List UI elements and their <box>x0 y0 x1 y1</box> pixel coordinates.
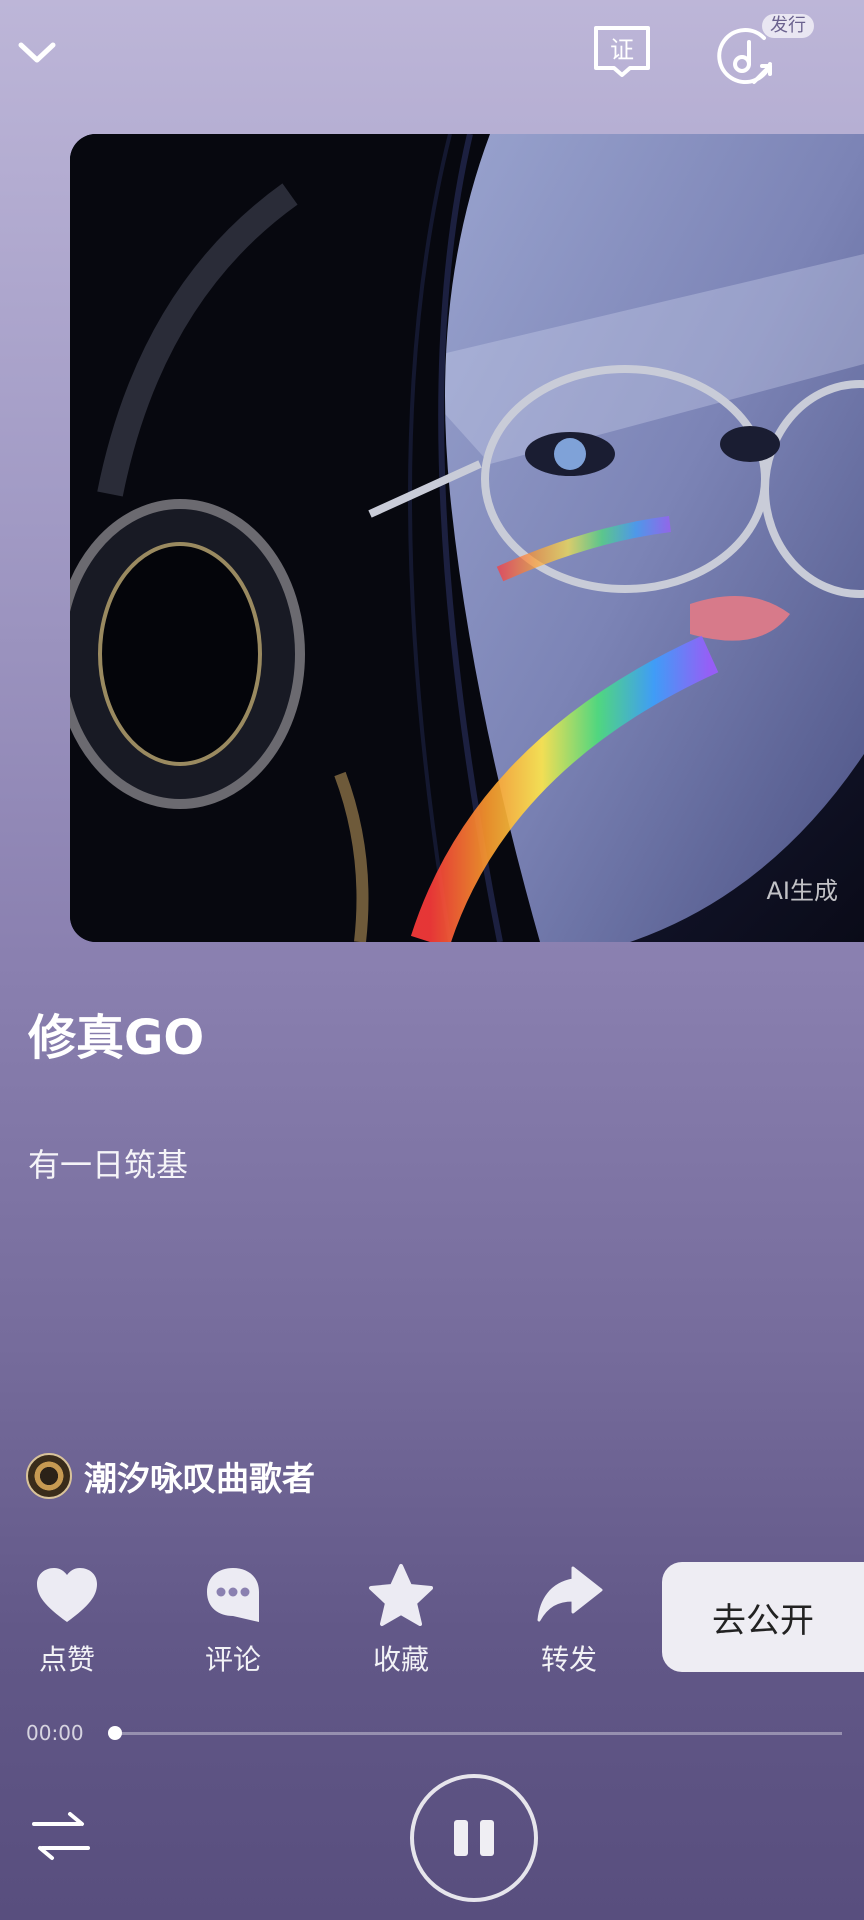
progress-bar[interactable]: 00:00 <box>26 1718 842 1748</box>
song-subtitle: 有一日筑基 <box>28 1146 189 1184</box>
share-button[interactable]: 转发 <box>514 1560 624 1678</box>
singer-avatar <box>26 1453 72 1499</box>
certificate-label: 证 <box>610 36 634 64</box>
pause-button[interactable] <box>410 1774 538 1902</box>
like-label: 点赞 <box>38 1643 95 1676</box>
star-icon <box>369 1564 433 1626</box>
favorite-button[interactable]: 收藏 <box>346 1560 456 1678</box>
cover-art: AI生成 <box>70 134 864 942</box>
top-bar: 证 发行 <box>0 0 864 110</box>
comment-icon <box>207 1568 259 1622</box>
collapse-button[interactable] <box>14 30 60 76</box>
share-label: 转发 <box>540 1643 597 1676</box>
singer-name: 潮汐咏叹曲歌者 <box>84 1459 315 1498</box>
pause-icon <box>454 1820 494 1856</box>
release-button[interactable]: 发行 <box>712 12 822 84</box>
release-badge: 发行 <box>762 14 814 38</box>
like-button[interactable]: 点赞 <box>12 1560 122 1678</box>
ai-generated-label: AI生成 <box>766 877 839 905</box>
favorite-label: 收藏 <box>372 1643 429 1676</box>
progress-knob[interactable] <box>108 1726 122 1740</box>
comment-button[interactable]: 评论 <box>178 1560 288 1678</box>
shuffle-icon <box>32 1812 90 1860</box>
singer-link[interactable]: 潮汐咏叹曲歌者 <box>26 1452 315 1500</box>
play-mode-button[interactable] <box>30 1810 92 1862</box>
song-title: 修真GO <box>28 1010 205 1066</box>
comment-label: 评论 <box>204 1643 261 1676</box>
certificate-icon: 证 <box>594 26 650 77</box>
progress-track[interactable] <box>114 1732 842 1735</box>
publish-button[interactable]: 去公开 <box>662 1562 864 1672</box>
chevron-down-icon <box>18 42 56 63</box>
elapsed-time: 00:00 <box>26 1721 84 1745</box>
heart-icon <box>37 1568 97 1622</box>
cover-illustration <box>70 134 864 942</box>
share-arrow-icon <box>537 1566 603 1622</box>
certificate-button[interactable]: 证 <box>590 22 654 78</box>
